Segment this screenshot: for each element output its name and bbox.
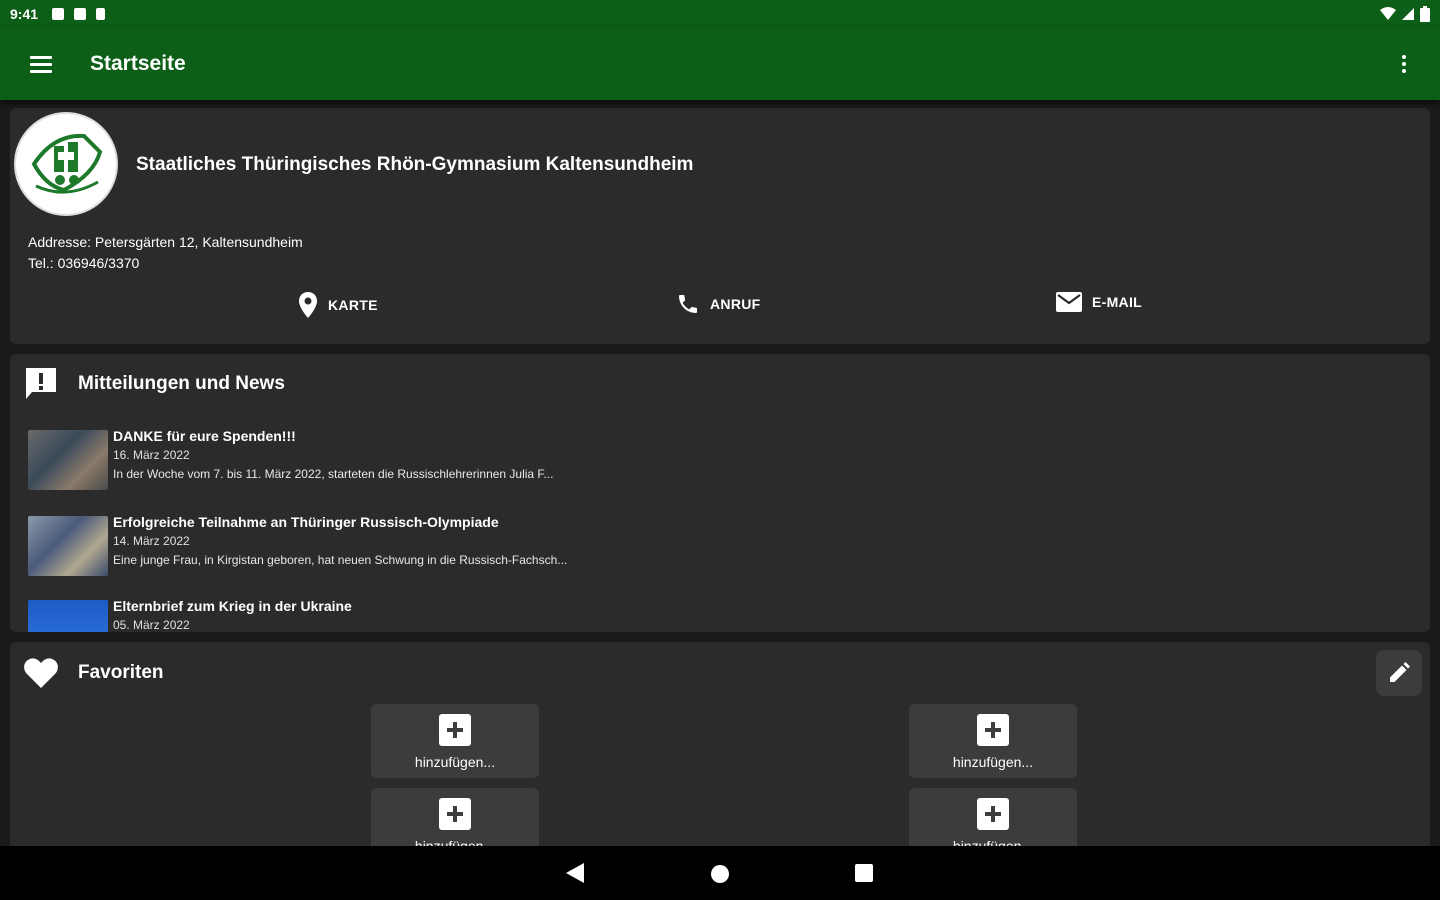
news-header: Mitteilungen und News bbox=[24, 368, 285, 400]
school-logo bbox=[14, 112, 118, 216]
school-name: Staatliches Thüringisches Rhön-Gymnasium… bbox=[136, 154, 694, 175]
pencil-icon bbox=[1390, 662, 1410, 682]
plus-icon bbox=[439, 714, 471, 746]
school-phone: Tel.: 036946/3370 bbox=[28, 255, 140, 271]
notification-icon bbox=[52, 8, 65, 20]
battery-saver-icon bbox=[96, 8, 106, 20]
news-date: 16. März 2022 bbox=[113, 448, 190, 462]
status-time: 9:41 bbox=[10, 6, 39, 22]
school-contact: Addresse: Petersgärten 12, Kaltensundhei… bbox=[28, 232, 303, 274]
app-bar: Startseite bbox=[0, 28, 1440, 100]
news-excerpt: Eine junge Frau, in Kirgistan geboren, h… bbox=[113, 553, 568, 567]
back-icon[interactable] bbox=[566, 863, 584, 883]
plus-icon bbox=[977, 714, 1009, 746]
news-thumbnail bbox=[28, 600, 108, 632]
news-date: 14. März 2022 bbox=[113, 534, 190, 548]
announcement-icon bbox=[26, 368, 56, 399]
news-date: 05. März 2022 bbox=[113, 618, 190, 632]
news-item[interactable]: Erfolgreiche Teilnahme an Thüringer Russ… bbox=[28, 510, 1422, 588]
add-favorite-label: hinzufügen... bbox=[952, 754, 1034, 770]
add-favorite-tile[interactable]: hinzufügen... bbox=[909, 704, 1077, 778]
signal-icon bbox=[1402, 8, 1414, 20]
news-title: Erfolgreiche Teilnahme an Thüringer Russ… bbox=[113, 514, 499, 530]
news-card: Mitteilungen und News DANKE für eure Spe… bbox=[10, 354, 1430, 632]
system-navigation-bar bbox=[0, 846, 1440, 900]
news-title: Elternbrief zum Krieg in der Ukraine bbox=[113, 598, 352, 614]
mail-icon bbox=[1056, 292, 1082, 312]
news-thumbnail bbox=[28, 430, 108, 490]
call-button-label: ANRUF bbox=[710, 296, 761, 312]
heart-icon bbox=[24, 658, 58, 688]
news-title: DANKE für eure Spenden!!! bbox=[113, 428, 296, 444]
plus-icon bbox=[439, 798, 471, 830]
news-heading: Mitteilungen und News bbox=[78, 373, 285, 394]
add-favorite-tile[interactable]: hinzufügen... bbox=[371, 704, 539, 778]
plus-icon bbox=[977, 798, 1009, 830]
school-address: Addresse: Petersgärten 12, Kaltensundhei… bbox=[28, 234, 303, 250]
favorites-card: Favoriten hinzufügen... hinzufügen... hi… bbox=[10, 642, 1430, 862]
news-thumbnail bbox=[28, 516, 108, 576]
phone-icon bbox=[679, 295, 697, 313]
system-icons bbox=[1380, 6, 1430, 22]
news-item[interactable]: DANKE für eure Spenden!!! 16. März 2022 … bbox=[28, 424, 1422, 502]
sd-card-icon bbox=[74, 8, 87, 20]
school-card: Staatliches Thüringisches Rhön-Gymnasium… bbox=[10, 108, 1430, 344]
favorites-heading: Favoriten bbox=[78, 662, 164, 683]
notification-icons bbox=[52, 8, 106, 20]
favorites-header: Favoriten bbox=[24, 658, 164, 688]
call-button[interactable]: ANRUF bbox=[676, 292, 761, 316]
location-pin-icon bbox=[299, 292, 317, 318]
recents-icon[interactable] bbox=[855, 864, 873, 882]
email-button[interactable]: E-MAIL bbox=[1056, 292, 1142, 312]
battery-icon bbox=[1420, 6, 1430, 22]
contact-actions: KARTE ANRUF E-MAIL bbox=[10, 292, 1430, 326]
map-button[interactable]: KARTE bbox=[298, 292, 378, 318]
news-item[interactable]: Elternbrief zum Krieg in der Ukraine 05.… bbox=[28, 594, 1422, 632]
menu-icon[interactable] bbox=[24, 47, 58, 81]
more-options-icon[interactable] bbox=[1392, 47, 1416, 81]
home-icon[interactable] bbox=[710, 864, 730, 884]
status-bar: 9:41 bbox=[0, 0, 1440, 28]
edit-favorites-button[interactable] bbox=[1376, 650, 1422, 696]
news-excerpt: In der Woche vom 7. bis 11. März 2022, s… bbox=[113, 467, 554, 481]
email-button-label: E-MAIL bbox=[1092, 294, 1143, 310]
map-button-label: KARTE bbox=[328, 297, 378, 313]
page-title: Startseite bbox=[90, 52, 186, 75]
add-favorite-label: hinzufügen... bbox=[414, 754, 496, 770]
wifi-icon bbox=[1380, 7, 1396, 20]
